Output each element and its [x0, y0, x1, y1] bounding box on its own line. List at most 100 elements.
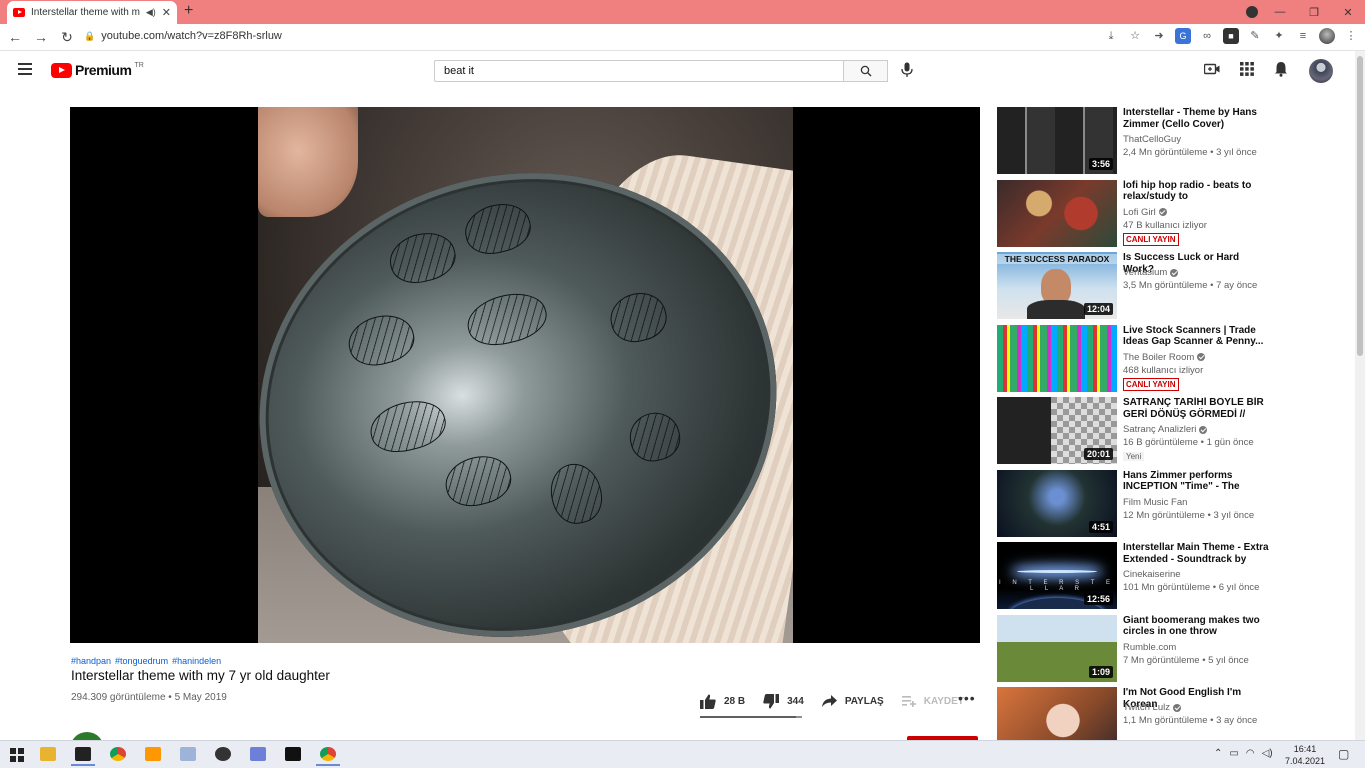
hashtag-link[interactable]: #tonguedrum: [115, 656, 168, 666]
scrollbar-thumb[interactable]: [1357, 56, 1363, 356]
thumbs-up-icon: [700, 694, 716, 709]
browser-avatar[interactable]: [1319, 28, 1335, 44]
recommended-channel[interactable]: Twitch Lulz: [1123, 702, 1181, 713]
back-arrow-icon[interactable]: ←: [4, 29, 26, 45]
microphone-icon[interactable]: [900, 62, 914, 78]
duration-badge: 12:56: [1083, 593, 1113, 605]
live-badge: CANLI YAYIN: [1123, 232, 1179, 246]
recommended-channel[interactable]: The Boiler Room: [1123, 352, 1206, 363]
video-thumbnail[interactable]: [997, 179, 1117, 247]
recommended-views: 7 Mn görüntüleme • 5 yıl önce: [1123, 654, 1249, 666]
recommended-video[interactable]: 4:51 Hans Zimmer performs INCEPTION "Tim…: [997, 469, 1337, 543]
thumbnail-caption: THE SUCCESS PARADOX: [997, 254, 1117, 264]
recommended-title[interactable]: Hans Zimmer performs INCEPTION "Time" - …: [1123, 470, 1271, 493]
search-input[interactable]: [434, 60, 844, 82]
video-thumbnail[interactable]: 20:01: [997, 397, 1117, 464]
discord-icon[interactable]: [246, 744, 270, 766]
recommended-title[interactable]: Giant boomerang makes two circles in one…: [1123, 615, 1271, 638]
user-avatar[interactable]: [1309, 59, 1333, 83]
extension-dark-icon[interactable]: ■: [1223, 28, 1239, 44]
close-window-button[interactable]: ✕: [1331, 6, 1365, 19]
notifications-icon[interactable]: ▢: [1338, 747, 1349, 761]
recommended-title[interactable]: Interstellar - Theme by Hans Zimmer (Cel…: [1123, 107, 1271, 130]
video-thumbnail[interactable]: I N T E R S T E L L A R 12:56: [997, 542, 1117, 609]
reading-list-icon[interactable]: ≡: [1295, 28, 1311, 44]
active-tab[interactable]: Interstellar theme with my 7 ◀) ✕: [7, 1, 177, 24]
recommended-channel[interactable]: ThatCelloGuy: [1123, 134, 1181, 145]
dislike-button[interactable]: 344: [763, 693, 804, 709]
save-button[interactable]: KAYDET: [901, 695, 964, 707]
taskbar-clock[interactable]: 16:41 7.04.2021: [1284, 743, 1326, 767]
create-video-icon[interactable]: [1204, 63, 1220, 75]
extensions-puzzle-icon[interactable]: ✦: [1271, 28, 1287, 44]
chevron-up-icon[interactable]: ⌃: [1214, 748, 1222, 759]
recommended-video[interactable]: 20:01 SATRANÇ TARİHİ BÖYLE BİR GERİ DÖNÜ…: [997, 397, 1337, 470]
page-scrollbar[interactable]: [1355, 51, 1365, 740]
terminal-app-icon[interactable]: [71, 744, 95, 766]
forward-arrow-icon[interactable]: →: [30, 29, 52, 45]
photos-app-icon[interactable]: [176, 744, 200, 766]
notifications-bell-icon[interactable]: [1274, 61, 1288, 77]
video-thumbnail[interactable]: [997, 324, 1117, 392]
sublime-text-icon[interactable]: [141, 744, 165, 766]
recommended-title[interactable]: SATRANÇ TARİHİ BÖYLE BİR GERİ DÖNÜŞ GÖRM…: [1123, 397, 1271, 420]
hashtag-link[interactable]: #handpan: [71, 656, 111, 666]
install-app-icon[interactable]: ⤓: [1103, 28, 1119, 44]
browser-profile-icon[interactable]: [1246, 6, 1258, 18]
windows-start-icon[interactable]: [10, 748, 24, 762]
media-player-icon[interactable]: [211, 744, 235, 766]
video-thumbnail[interactable]: 3:56: [997, 107, 1117, 174]
recommended-channel[interactable]: Cinekaiserine: [1123, 569, 1181, 580]
hamburger-menu-icon[interactable]: [18, 63, 32, 75]
speaker-icon[interactable]: ◀): [146, 7, 156, 18]
extension-pen-icon[interactable]: ✎: [1247, 28, 1263, 44]
recommended-channel[interactable]: Rumble.com: [1123, 642, 1176, 653]
recommended-video[interactable]: I N T E R S T E L L A R 12:56 Interstell…: [997, 542, 1337, 615]
video-thumbnail[interactable]: 1:09: [997, 614, 1117, 682]
maximize-button[interactable]: ❐: [1297, 6, 1331, 19]
translate-extension-icon[interactable]: G: [1175, 28, 1191, 44]
bookmark-star-icon[interactable]: ☆: [1127, 28, 1143, 44]
search-button[interactable]: [844, 60, 888, 82]
recommended-channel[interactable]: Film Music Fan: [1123, 497, 1187, 508]
recommended-channel[interactable]: Satranç Analizleri: [1123, 424, 1208, 435]
youtube-logo[interactable]: Premium TR: [51, 62, 144, 78]
chrome-icon[interactable]: [106, 744, 130, 766]
extension-glasses-icon[interactable]: ∞: [1199, 28, 1215, 44]
command-prompt-icon[interactable]: [281, 744, 305, 766]
share-button[interactable]: PAYLAŞ: [821, 695, 884, 707]
clock-date: 7.04.2021: [1284, 756, 1326, 766]
hashtag-link[interactable]: #hanindelen: [172, 656, 221, 666]
close-tab-icon[interactable]: ✕: [162, 6, 171, 19]
minimize-button[interactable]: —: [1263, 6, 1297, 18]
battery-icon[interactable]: ▭: [1229, 748, 1238, 759]
file-explorer-icon[interactable]: [36, 744, 60, 766]
recommended-channel[interactable]: Veritasium: [1123, 267, 1179, 278]
new-tab-button[interactable]: +: [184, 2, 193, 20]
recommended-title[interactable]: Live Stock Scanners | Trade Ideas Gap Sc…: [1123, 325, 1271, 348]
browser-menu-icon[interactable]: ⋮: [1343, 28, 1359, 44]
volume-icon[interactable]: ◁): [1262, 748, 1273, 759]
recommended-title[interactable]: lofi hip hop radio - beats to relax/stud…: [1123, 180, 1271, 203]
recommended-video[interactable]: Live Stock Scanners | Trade Ideas Gap Sc…: [997, 324, 1337, 398]
share-arrow-icon: [821, 695, 837, 707]
chrome-window-icon[interactable]: [316, 744, 340, 766]
recommended-title[interactable]: Interstellar Main Theme - Extra Extended…: [1123, 542, 1271, 565]
video-thumbnail[interactable]: 4:51: [997, 469, 1117, 537]
reload-icon[interactable]: ↻: [56, 29, 78, 46]
browser-tab-bar: Interstellar theme with my 7 ◀) ✕ + — ❐ …: [0, 0, 1365, 24]
recommended-channel[interactable]: Lofi Girl: [1123, 207, 1167, 218]
video-thumbnail[interactable]: THE SUCCESS PARADOX 12:04: [997, 252, 1117, 319]
recommended-video[interactable]: THE SUCCESS PARADOX 12:04 Is Success Luc…: [997, 252, 1337, 325]
recommended-video[interactable]: lofi hip hop radio - beats to relax/stud…: [997, 179, 1337, 253]
recommended-video[interactable]: 1:09 Giant boomerang makes two circles i…: [997, 614, 1337, 688]
url-field[interactable]: 🔒 youtube.com/watch?v=z8F8Rh-srluw: [84, 30, 282, 42]
youtube-favicon-icon: [13, 8, 25, 17]
recommended-video[interactable]: 3:56 Interstellar - Theme by Hans Zimmer…: [997, 107, 1337, 180]
extension-arrow-icon[interactable]: ➜: [1151, 28, 1167, 44]
like-button[interactable]: 28 B: [700, 694, 745, 709]
more-actions-icon[interactable]: •••: [958, 690, 976, 706]
video-player[interactable]: [70, 107, 980, 643]
network-icon[interactable]: ◠: [1246, 748, 1255, 759]
apps-grid-icon[interactable]: [1240, 62, 1254, 76]
